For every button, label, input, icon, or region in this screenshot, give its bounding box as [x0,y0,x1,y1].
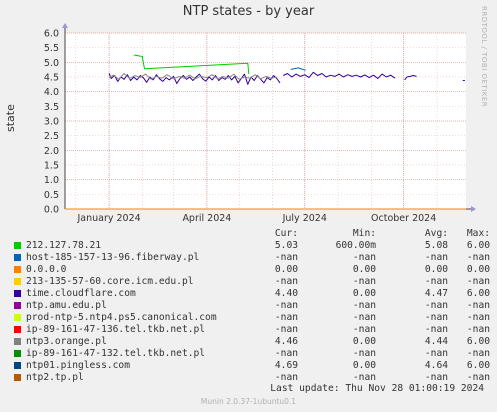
legend-max-value: -nan [466,276,490,287]
legend-max-value: -nan [466,300,490,311]
legend-swatch [14,314,21,321]
legend-cur-value: -nan [274,324,298,335]
y-tick-label: 5.0 [44,58,59,69]
legend-row: ip-89-161-47-136.tel.tkb.net.pl -nan -nan -… [14,324,490,336]
legend-min-value: -nan [352,324,376,335]
legend-swatch [14,326,21,333]
legend-series-name: 212.127.78.21 [26,240,102,251]
legend-header-max: Max: [466,228,490,239]
legend-swatch [14,266,21,273]
legend-row: host-185-157-13-96.fiberway.pl -nan -nan -n… [14,252,490,264]
legend-cur-value: -nan [274,300,298,311]
legend-min-value: -nan [352,348,376,359]
legend-max-value: -nan [466,252,490,263]
y-tick-label: 0.5 [44,190,59,201]
legend-swatch [14,290,21,297]
y-tick-label: 0.0 [44,205,59,216]
legend-min-value: -nan [352,276,376,287]
legend-series-name: host-185-157-13-96.fiberway.pl [26,252,200,263]
legend-header-row: Cur: Min: Avg: Max: [14,228,490,240]
x-tick-label: January 2024 [76,213,140,224]
legend-swatch [14,362,21,369]
y-tick-label: 1.0 [44,175,59,186]
legend-series-name: ip-89-161-47-136.tel.tkb.net.pl [26,324,206,335]
legend-max-value: -nan [466,348,490,359]
legend-series-name: ntp01.pingless.com [26,360,130,371]
legend-table: Cur: Min: Avg: Max: 212.127.78.21 5.03 600… [14,228,490,384]
legend-row: ntp3.orange.pl 4.46 0.00 4.44 6.00 [14,336,490,348]
legend-min-value: -nan [352,300,376,311]
legend-cur-value: -nan [274,276,298,287]
legend-row: prod-ntp-5.ntp4.ps5.canonical.com -nan -na… [14,312,490,324]
legend-cur-value: 4.46 [274,336,298,347]
legend-swatch [14,254,21,261]
chart-plot: 0.0 0.5 1.0 1.5 2.0 2.5 3.0 3.5 4.0 4.5 5.0 5.5 6.0 J… [44,23,476,224]
legend-cur-value: -nan [274,252,298,263]
x-axis-arrow [471,206,476,212]
legend-series-name: ntp3.orange.pl [26,336,107,347]
legend-min-value: 0.00 [352,288,376,299]
y-axis-arrow [62,23,68,28]
legend-header-cur: Cur: [274,228,298,239]
legend-row: 0.0.0.0 0.00 0.00 0.00 0.00 [14,264,490,276]
legend-cur-value: 0.00 [274,264,298,275]
legend-series-name: 0.0.0.0 [26,264,67,275]
legend-row: ip-89-161-47-132.tel.tkb.net.pl -nan -nan -… [14,348,490,360]
legend-swatch [14,278,21,285]
y-tick-label: 4.0 [44,87,59,98]
legend-header-min: Min: [352,228,376,239]
legend-max-value: 6.00 [466,240,490,251]
legend-series-name: ip-89-161-47-132.tel.tkb.net.pl [26,348,206,359]
legend-swatch [14,302,21,309]
y-tick-label: 2.5 [44,131,59,142]
legend-series-name: prod-ntp-5.ntp4.ps5.canonical.com [26,312,217,323]
legend-max-value: 0.00 [466,264,490,275]
legend-cur-value: -nan [274,348,298,359]
munin-version-footer: Munin 2.0.37-1ubuntu0.1 [200,397,297,406]
x-tick-label: April 2024 [182,213,231,224]
legend-rows: 212.127.78.21 5.03 600.00m 5.08 6.00 host-185… [14,240,490,384]
legend-max-value: 6.00 [466,288,490,299]
legend-cur-value: 4.69 [274,360,298,371]
legend-min-value: 600.00m [335,240,376,251]
y-tick-label: 4.5 [44,73,59,84]
legend-series-name: 213-135-57-60.core.icm.edu.pl [26,276,194,287]
legend-row: time.cloudflare.com 4.40 0.00 4.47 6.00 [14,288,490,300]
y-tick-label: 3.5 [44,102,59,113]
y-tick-label: 1.5 [44,161,59,172]
legend-row: 212.127.78.21 5.03 600.00m 5.08 6.00 [14,240,490,252]
legend-min-value: 0.00 [352,264,376,275]
legend-row: ntp.amu.edu.pl -nan -nan -nan -nan [14,300,490,312]
y-tick-label: 5.5 [44,43,59,54]
y-tick-label: 3.0 [44,117,59,128]
legend-row: 213-135-57-60.core.icm.edu.pl -nan -nan -na… [14,276,490,288]
legend-min-value: -nan [352,312,376,323]
y-tick-label: 2.0 [44,146,59,157]
legend-series-name: time.cloudflare.com [26,288,136,299]
legend-cur-value: 4.40 [274,288,298,299]
legend-cur-value: -nan [274,312,298,323]
legend-min-value: 0.00 [352,336,376,347]
legend-max-value: 6.00 [466,360,490,371]
legend-cur-value: 5.03 [274,240,298,251]
legend-row: ntp01.pingless.com 4.69 0.00 4.64 6.00 [14,360,490,372]
legend-max-value: -nan [466,312,490,323]
legend-max-value: 6.00 [466,336,490,347]
legend-min-value: -nan [352,252,376,263]
x-tick-label: July 2024 [282,213,327,224]
last-update-text: Last update: Thu Nov 28 01:00:19 2024 [270,383,484,394]
legend-swatch [14,350,21,357]
legend-series-name: ntp.amu.edu.pl [26,300,107,311]
legend-swatch [14,338,21,345]
x-tick-label: October 2024 [371,213,436,224]
graph-page: NTP states - by year state RRDTOOL / TOB… [0,0,497,412]
legend-max-value: -nan [466,324,490,335]
y-tick-label: 6.0 [44,29,59,40]
legend-swatch [14,374,21,381]
legend-swatch [14,242,21,249]
legend-min-value: 0.00 [352,360,376,371]
